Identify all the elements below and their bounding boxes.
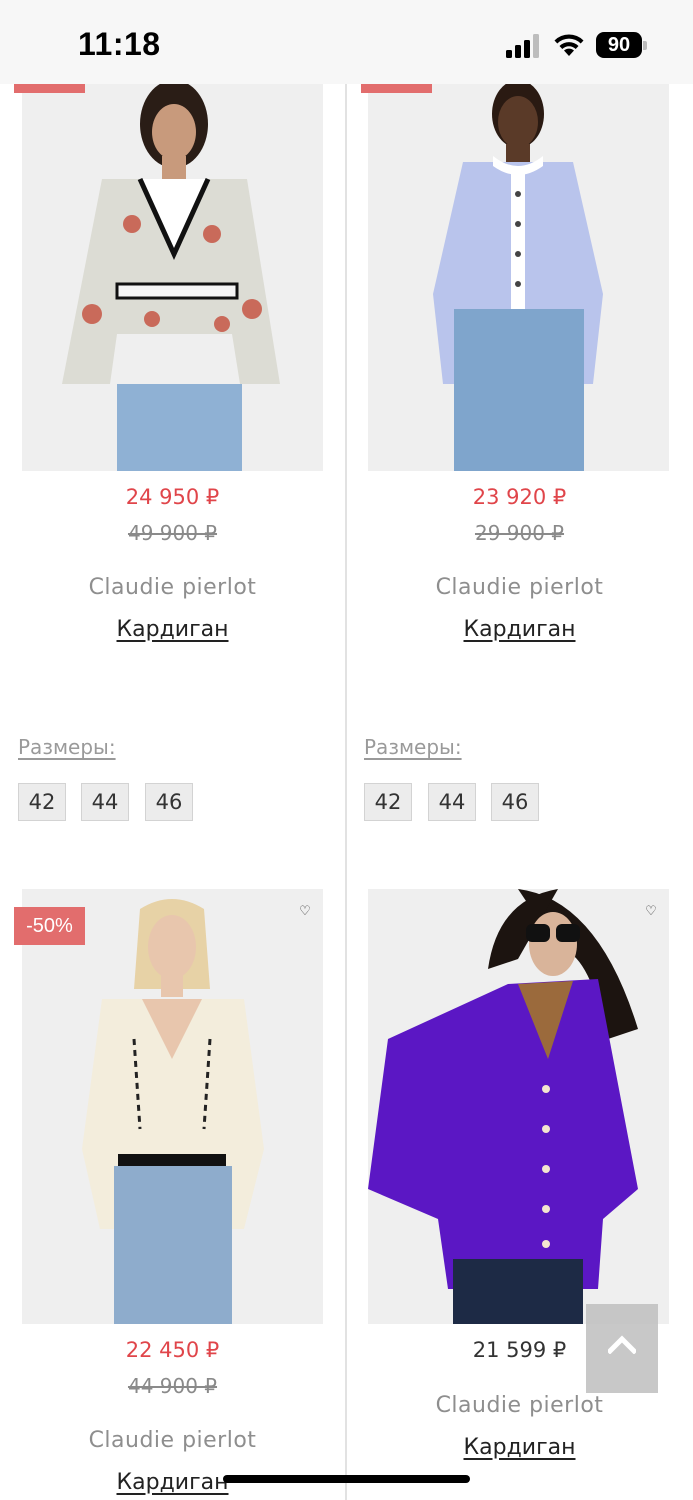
heart-outline-icon[interactable]: ♡ — [298, 905, 312, 919]
battery-level: 90 — [607, 34, 631, 56]
discount-badge — [361, 84, 432, 93]
sale-price: 23 920 ₽ — [472, 485, 567, 509]
product-name-link[interactable]: Кардиган — [347, 1435, 692, 1460]
sizes-label: Размеры: — [18, 735, 116, 759]
heart-outline-icon[interactable]: ♡ — [644, 905, 658, 919]
product-name-link[interactable]: Кардиган — [0, 617, 345, 642]
size-option[interactable]: 44 — [81, 783, 129, 821]
discount-badge: -50% — [14, 907, 85, 945]
size-option[interactable]: 42 — [364, 783, 412, 821]
sale-price: 22 450 ₽ — [125, 1338, 220, 1362]
brand-name: Claudie pierlot — [88, 1428, 257, 1453]
product-name[interactable]: Кардиган — [117, 1470, 229, 1495]
old-price: 29 900 ₽ — [474, 521, 565, 545]
grid-divider — [345, 84, 347, 1500]
brand-name: Claudie pierlot — [435, 1393, 604, 1418]
brand-name: Claudie pierlot — [88, 575, 257, 600]
product-name[interactable]: Кардиган — [464, 1435, 576, 1460]
product-image[interactable] — [22, 889, 323, 1324]
battery-icon: 90 — [596, 32, 648, 58]
product-image[interactable] — [368, 84, 669, 471]
back-to-top-button[interactable] — [586, 1304, 658, 1393]
status-bar: 11:18 90 — [0, 0, 693, 84]
size-option[interactable]: 44 — [428, 783, 476, 821]
size-option[interactable]: 46 — [145, 783, 193, 821]
discount-badge — [14, 84, 85, 93]
status-time: 11:18 — [78, 26, 161, 62]
product-name-link[interactable]: Кардиган — [347, 617, 692, 642]
product-image[interactable] — [368, 889, 669, 1324]
product-name[interactable]: Кардиган — [117, 617, 229, 642]
brand-name: Claudie pierlot — [435, 575, 604, 600]
home-indicator — [223, 1475, 470, 1483]
size-option[interactable]: 46 — [491, 783, 539, 821]
old-price: 49 900 ₽ — [127, 521, 218, 545]
wifi-icon — [554, 34, 584, 56]
sizes-label: Размеры: — [364, 735, 462, 759]
size-option[interactable]: 42 — [18, 783, 66, 821]
old-price: 44 900 ₽ — [127, 1374, 218, 1398]
signal-icon — [506, 34, 539, 58]
product-image[interactable] — [22, 84, 323, 471]
sale-price: 24 950 ₽ — [125, 485, 220, 509]
chevron-up-icon — [608, 1335, 636, 1354]
product-name[interactable]: Кардиган — [464, 617, 576, 642]
